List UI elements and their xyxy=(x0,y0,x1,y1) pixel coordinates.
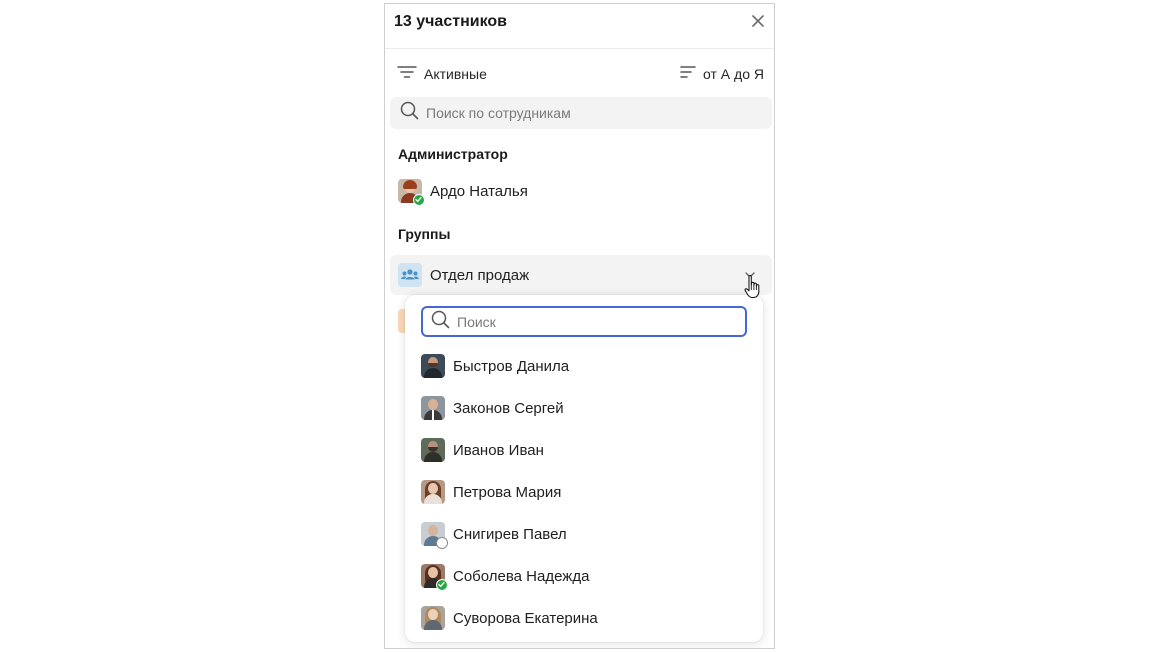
filter-icon xyxy=(397,65,417,84)
sort-label: от А до Я xyxy=(703,66,764,82)
search-icon xyxy=(431,310,450,334)
avatar xyxy=(421,354,445,378)
avatar xyxy=(421,606,445,630)
list-item[interactable]: Законов Сергей xyxy=(421,395,564,421)
employee-search-input[interactable] xyxy=(426,105,726,121)
online-status-icon xyxy=(436,579,448,591)
panel-header: 13 участников xyxy=(385,4,774,49)
member-name: Иванов Иван xyxy=(453,441,544,459)
group-row-sales[interactable]: Отдел продаж xyxy=(390,255,772,295)
list-item[interactable]: Иванов Иван xyxy=(421,437,544,463)
list-item[interactable]: Снигирев Павел xyxy=(421,521,567,549)
members-search-input[interactable] xyxy=(457,313,745,330)
avatar xyxy=(421,480,445,504)
admin-member-row[interactable]: Ардо Наталья xyxy=(398,178,528,206)
member-name: Законов Сергей xyxy=(453,399,564,417)
member-name: Суворова Екатерина xyxy=(453,609,598,627)
member-name: Быстров Данила xyxy=(453,357,570,375)
avatar xyxy=(421,438,445,462)
offline-status-icon xyxy=(436,537,448,549)
online-status-icon xyxy=(413,194,425,206)
list-item[interactable]: Суворова Екатерина xyxy=(421,605,598,631)
group-members-dropdown: Быстров Данила Законов Сергей Иванов Ива… xyxy=(405,295,763,642)
participants-panel: 13 участников Активные от А до Я Поиск п… xyxy=(384,3,775,649)
admin-section-title: Администратор xyxy=(398,146,508,162)
admin-name: Ардо Наталья xyxy=(430,182,528,200)
hand-pointer-cursor-icon xyxy=(743,274,763,300)
member-name: Петрова Мария xyxy=(453,483,562,501)
avatar xyxy=(421,396,445,420)
member-name: Снигирев Павел xyxy=(453,525,567,543)
avatar xyxy=(421,564,448,591)
status-filter-button[interactable]: Активные xyxy=(397,65,487,83)
sort-button[interactable]: от А до Я xyxy=(680,65,764,83)
sort-icon xyxy=(680,65,696,84)
member-name: Соболева Надежда xyxy=(453,567,590,585)
groups-section-title: Группы xyxy=(398,226,451,242)
users-group-icon xyxy=(398,263,422,287)
search-icon xyxy=(400,101,419,125)
filter-label: Активные xyxy=(424,66,487,82)
panel-title: 13 участников xyxy=(394,13,507,30)
avatar xyxy=(421,522,448,549)
employee-search xyxy=(390,97,772,129)
group-name: Отдел продаж xyxy=(430,267,530,284)
list-item[interactable]: Быстров Данила xyxy=(421,353,569,379)
list-item[interactable]: Петрова Мария xyxy=(421,479,561,505)
avatar xyxy=(398,179,425,206)
list-item[interactable]: Соболева Надежда xyxy=(421,563,590,591)
members-search xyxy=(421,306,747,337)
close-icon[interactable] xyxy=(750,13,766,29)
